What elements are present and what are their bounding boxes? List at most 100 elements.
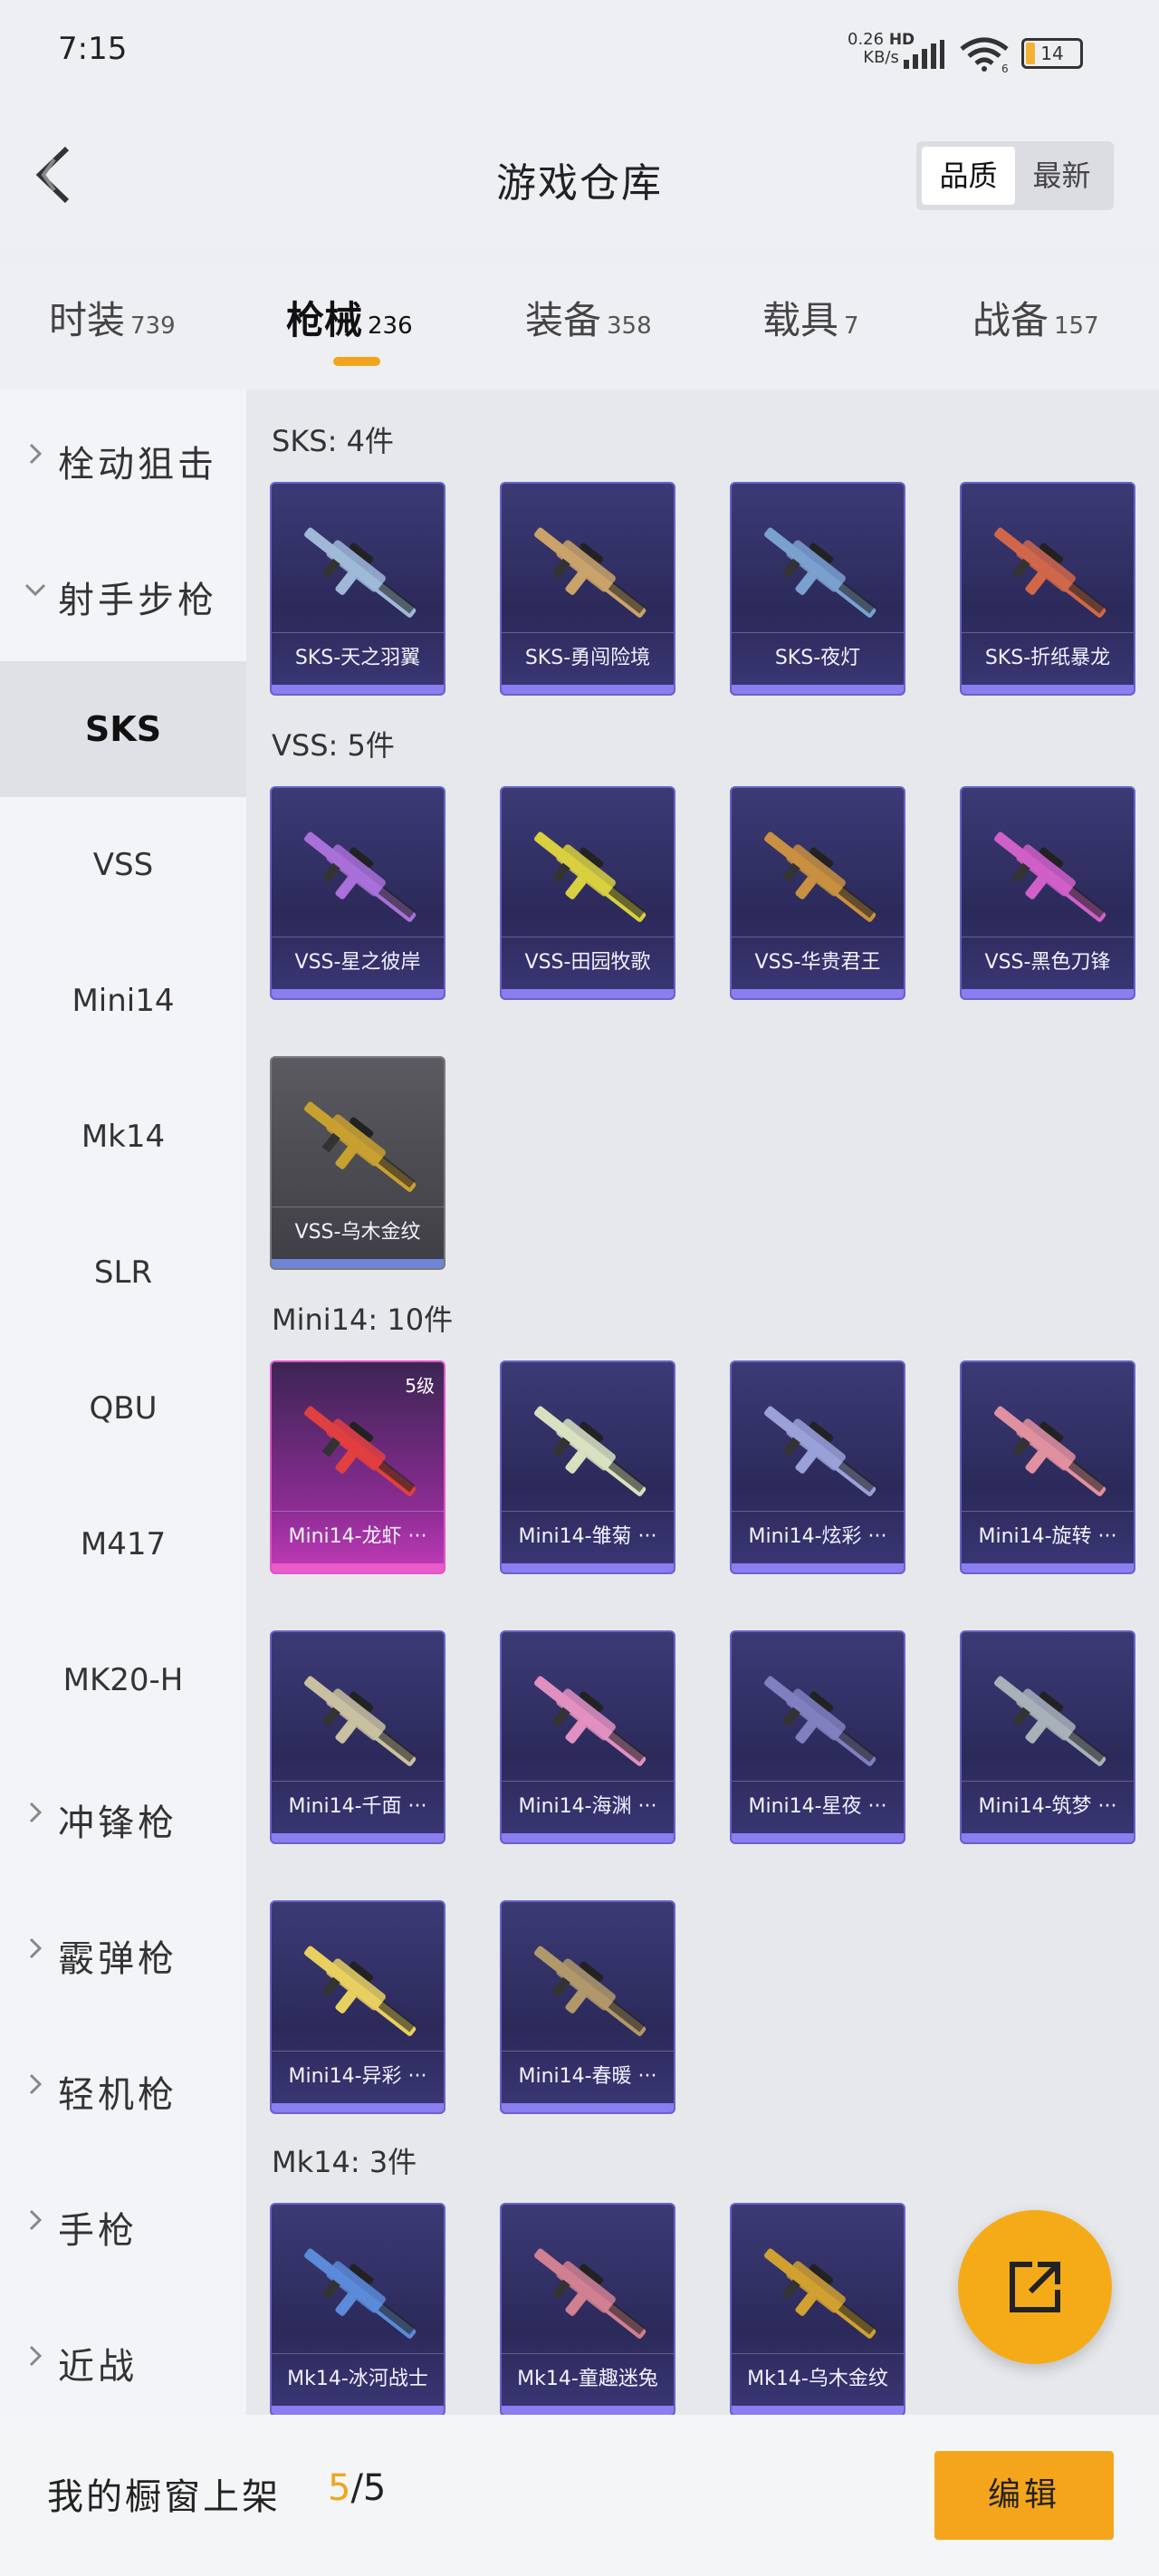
weapon-skin-card[interactable]: Mk14-乌木金纹 <box>730 2203 905 2417</box>
sort-newest-button[interactable]: 最新 <box>1015 147 1108 205</box>
tab-firearms[interactable]: 枪械 236 <box>286 290 413 345</box>
weapon-skin-card[interactable]: VSS-黑色刀锋 <box>960 786 1135 1000</box>
tab-label: 载具 <box>762 298 839 342</box>
weapon-skin-card[interactable]: SKS-天之羽翼 <box>270 482 445 696</box>
rarity-bar <box>502 2103 674 2112</box>
weapon-skin-card[interactable]: VSS-星之彼岸 <box>270 786 445 1000</box>
tab-label: 战备 <box>972 298 1049 342</box>
sidebar-item-mini14[interactable]: Mini14 <box>0 933 246 1069</box>
weapon-skin-name: Mini14-炫彩 ··· <box>732 1511 904 1562</box>
weapon-skin-card[interactable]: VSS-田园牧歌 <box>500 786 675 1000</box>
level-badge: 5级 <box>405 1375 435 1397</box>
weapon-skin-card[interactable]: SKS-折纸暴龙 <box>960 482 1135 696</box>
sidebar-cat-smg[interactable]: 冲锋枪 <box>0 1748 246 1884</box>
sidebar-item-slr[interactable]: SLR <box>0 1205 246 1341</box>
tab-equipment[interactable]: 装备 358 <box>525 290 652 345</box>
weapon-skin-image <box>304 2248 417 2339</box>
sidebar-item-mk14[interactable]: Mk14 <box>0 1069 246 1205</box>
rarity-bar <box>272 989 444 998</box>
rarity-bar <box>732 685 904 694</box>
weapon-skin-card[interactable]: Mini14-星夜 ··· <box>730 1630 905 1844</box>
weapon-skin-card[interactable]: Mk14-童趣迷兔 <box>500 2203 675 2417</box>
sidebar-cat-label: 射手步枪 <box>58 580 217 621</box>
weapon-skin-image <box>764 831 876 922</box>
weapon-skin-card[interactable]: SKS-夜灯 <box>730 482 905 696</box>
tab-outfits[interactable]: 时装 739 <box>49 290 176 345</box>
sidebar-cat-melee[interactable]: 近战 <box>0 2292 246 2415</box>
sidebar-item-mk20h[interactable]: MK20-H <box>0 1612 246 1748</box>
sidebar-cat-bolt-sniper[interactable]: 栓动狙击 <box>0 389 246 525</box>
weapon-skin-name: VSS-黑色刀锋 <box>962 937 1134 987</box>
tab-label: 装备 <box>525 298 602 342</box>
tab-vehicles[interactable]: 载具 7 <box>762 290 859 345</box>
chevron-right-icon <box>29 1937 43 1959</box>
edit-button[interactable]: 编辑 <box>934 2451 1114 2540</box>
weapon-skin-image <box>764 527 876 618</box>
weapon-skin-image <box>304 831 417 922</box>
weapon-skin-name: SKS-夜灯 <box>732 632 904 683</box>
weapon-skin-card[interactable]: Mini14-旋转 ··· <box>960 1360 1135 1574</box>
weapon-skin-name: Mini14-星夜 ··· <box>732 1781 904 1831</box>
sidebar-cat-label: 手枪 <box>58 2210 138 2252</box>
rarity-bar <box>502 685 674 694</box>
rarity-bar <box>272 1563 444 1572</box>
sidebar-item-vss[interactable]: VSS <box>0 797 246 933</box>
weapon-skin-card[interactable]: VSS-华贵君王 <box>730 786 905 1000</box>
weapon-skin-card[interactable]: 5级 Mini14-龙虾 ··· <box>270 1360 445 1574</box>
chevron-right-icon <box>29 2345 43 2367</box>
rarity-bar <box>502 1833 674 1842</box>
weapon-sidebar: 栓动狙击 射手步枪 SKS VSS Mini14 Mk14 SLR QBU M4… <box>0 389 246 2415</box>
weapon-skin-name: Mini14-龙虾 ··· <box>272 1511 444 1562</box>
weapon-skin-card[interactable]: Mini14-千面 ··· <box>270 1630 445 1844</box>
rarity-bar <box>732 1563 904 1572</box>
weapon-skin-name: Mk14-童趣迷兔 <box>502 2353 674 2404</box>
rarity-bar <box>272 685 444 694</box>
sidebar-item-m417[interactable]: M417 <box>0 1476 246 1612</box>
rarity-bar <box>502 1563 674 1572</box>
sidebar-cat-label: 霰弹枪 <box>58 1938 177 1980</box>
tab-count: 739 <box>130 312 176 340</box>
weapon-skin-card[interactable]: Mini14-海渊 ··· <box>500 1630 675 1844</box>
share-fab-button[interactable] <box>958 2210 1112 2364</box>
sort-quality-button[interactable]: 品质 <box>922 147 1015 205</box>
weapon-skin-image <box>994 831 1106 922</box>
tab-supplies[interactable]: 战备 157 <box>972 290 1099 345</box>
weapon-skin-card[interactable]: Mini14-筑梦 ··· <box>960 1630 1135 1844</box>
weapon-skin-name: Mini14-雏菊 ··· <box>502 1511 674 1562</box>
section-title-mini14: Mini14: 10件 <box>272 1302 454 1337</box>
weapon-skin-card[interactable]: SKS-勇闯险境 <box>500 482 675 696</box>
weapon-skin-name: Mk14-乌木金纹 <box>732 2353 904 2404</box>
category-tabs: 时装 739 枪械 236 装备 358 载具 7 战备 157 <box>0 263 1159 389</box>
weapon-skin-image <box>304 1676 417 1766</box>
section-title-vss: VSS: 5件 <box>272 728 395 763</box>
section-title-sks: SKS: 4件 <box>272 424 394 458</box>
rarity-bar <box>732 2406 904 2415</box>
status-bar: 7:15 0.26 HD KB/s 6 14 <box>0 0 1159 100</box>
sidebar-item-qbu[interactable]: QBU <box>0 1341 246 1476</box>
weapon-skin-image <box>534 2248 647 2339</box>
weapon-skin-image <box>534 1406 647 1496</box>
weapon-skin-card[interactable]: Mini14-炫彩 ··· <box>730 1360 905 1574</box>
chevron-right-icon <box>29 443 43 465</box>
weapon-skin-image <box>764 2248 876 2339</box>
sidebar-cat-lmg[interactable]: 轻机枪 <box>0 2020 246 2156</box>
weapon-skin-name: Mini14-海渊 ··· <box>502 1781 674 1831</box>
sidebar-cat-marksman[interactable]: 射手步枪 <box>0 525 246 661</box>
rarity-bar <box>502 989 674 998</box>
weapon-grid: SKS: 4件 VSS: 5件 Mini14: 10件 Mk14: 3件 SKS… <box>246 389 1159 2417</box>
weapon-skin-card[interactable]: Mk14-冰河战士 <box>270 2203 445 2417</box>
weapon-skin-card[interactable]: VSS-乌木金纹 <box>270 1056 445 1270</box>
weapon-skin-image <box>304 527 417 618</box>
weapon-skin-card[interactable]: Mini14-异彩 ··· <box>270 1900 445 2114</box>
weapon-skin-image <box>994 527 1106 618</box>
chevron-right-icon <box>29 2073 43 2095</box>
rarity-bar <box>272 1833 444 1842</box>
weapon-skin-card[interactable]: Mini14-雏菊 ··· <box>500 1360 675 1574</box>
sidebar-cat-shotgun[interactable]: 霰弹枪 <box>0 1884 246 2020</box>
sidebar-cat-pistol[interactable]: 手枪 <box>0 2156 246 2292</box>
sidebar-item-sks[interactable]: SKS <box>0 661 246 797</box>
sidebar-cat-label: 轻机枪 <box>58 2074 177 2116</box>
weapon-skin-card[interactable]: Mini14-春暖 ··· <box>500 1900 675 2114</box>
weapon-skin-image <box>534 831 647 922</box>
rarity-bar <box>502 2406 674 2415</box>
